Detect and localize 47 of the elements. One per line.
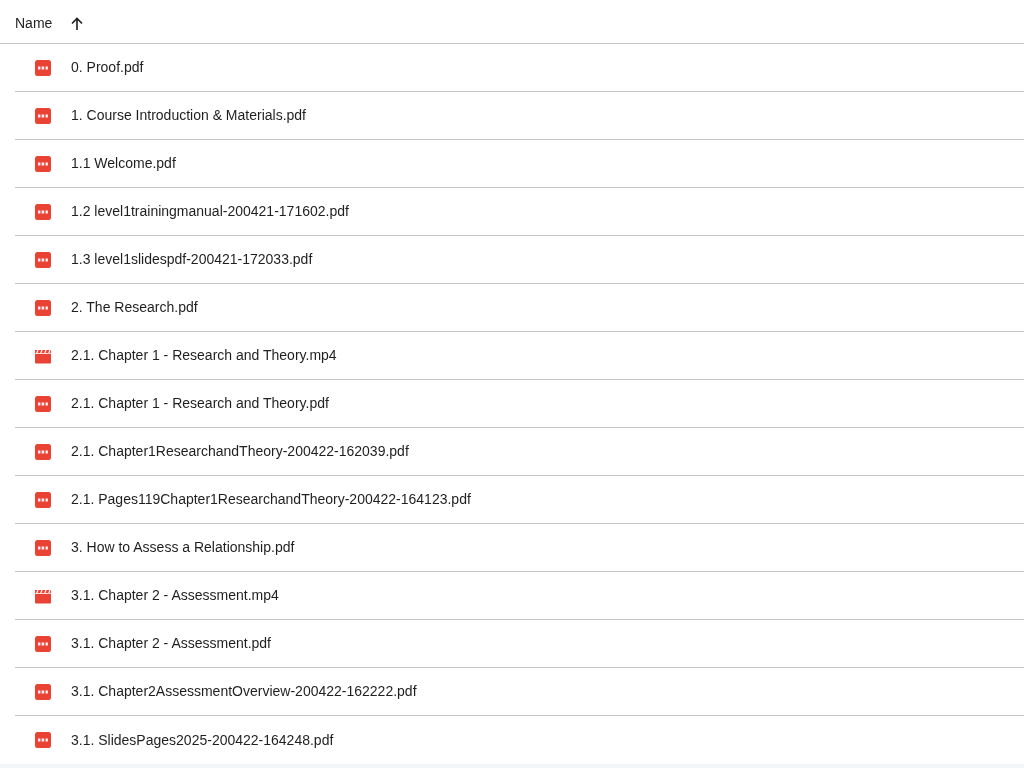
pdf-file-icon [35,299,51,316]
file-row[interactable]: 2.1. Pages119Chapter1ResearchandTheory-200422-164123.pdf [15,476,1024,524]
pdf-file-icon [35,491,51,508]
file-name: 3. How to Assess a Relationship.pdf [71,538,295,557]
pdf-file-icon [35,251,51,268]
file-row[interactable]: 2.1. Chapter1ResearchandTheory-200422-162039.pdf [15,428,1024,476]
file-row[interactable]: 0. Proof.pdf [15,44,1024,92]
pdf-file-icon [35,732,51,748]
file-name: 2.1. Pages119Chapter1ResearchandTheory-200422-164123.pdf [71,490,471,509]
file-row[interactable]: 1.3 level1slidespdf-200421-172033.pdf [15,236,1024,284]
file-name: 1.2 level1trainingmanual-200421-171602.pdf [71,202,349,221]
pdf-file-icon [35,443,51,460]
file-name: 0. Proof.pdf [71,58,144,77]
file-name: 3.1. SlidesPages2025-200422-164248.pdf [71,730,334,750]
pdf-file-icon [35,395,51,412]
pdf-file-icon [35,203,51,220]
file-row[interactable]: 3.1. Chapter 2 - Assessment.pdf [15,620,1024,668]
file-row[interactable]: 3.1. Chapter 2 - Assessment.mp4 [15,572,1024,620]
arrow-up-icon [70,16,85,31]
pdf-file-icon [35,683,51,700]
file-name: 1.3 level1slidespdf-200421-172033.pdf [71,250,313,269]
pdf-file-icon [35,635,51,652]
pdf-file-icon [35,539,51,556]
file-name: 3.1. Chapter 2 - Assessment.mp4 [71,586,279,605]
pdf-file-icon [35,59,51,76]
file-name: 2. The Research.pdf [71,298,198,317]
file-row[interactable]: 3. How to Assess a Relationship.pdf [15,524,1024,572]
file-row[interactable]: 2. The Research.pdf [15,284,1024,332]
file-row[interactable]: 1.2 level1trainingmanual-200421-171602.pdf [15,188,1024,236]
file-name: 2.1. Chapter 1 - Research and Theory.pdf [71,394,329,413]
file-name: 3.1. Chapter 2 - Assessment.pdf [71,634,271,653]
file-name: 1.1 Welcome.pdf [71,154,176,173]
file-name: 2.1. Chapter 1 - Research and Theory.mp4 [71,346,337,365]
film-clapper-icon [35,347,51,364]
file-row[interactable]: 1.1 Welcome.pdf [15,140,1024,188]
pdf-file-icon [35,107,51,124]
name-column-label[interactable]: Name [15,9,53,34]
file-row[interactable]: 2.1. Chapter 1 - Research and Theory.mp4 [15,332,1024,380]
file-name: 1. Course Introduction & Materials.pdf [71,106,306,125]
file-name: 3.1. Chapter2AssessmentOverview-200422-162222.pdf [71,682,417,701]
file-row[interactable]: 1. Course Introduction & Materials.pdf [15,92,1024,140]
file-row[interactable]: 3.1. Chapter2AssessmentOverview-200422-162222.pdf [15,668,1024,716]
file-name: 2.1. Chapter1ResearchandTheory-200422-162039.pdf [71,442,409,461]
film-clapper-icon [35,587,51,604]
file-row[interactable]: 3.1. SlidesPages2025-200422-164248.pdf [15,716,1024,764]
pdf-file-icon [35,155,51,172]
file-row[interactable]: 2.1. Chapter 1 - Research and Theory.pdf [15,380,1024,428]
